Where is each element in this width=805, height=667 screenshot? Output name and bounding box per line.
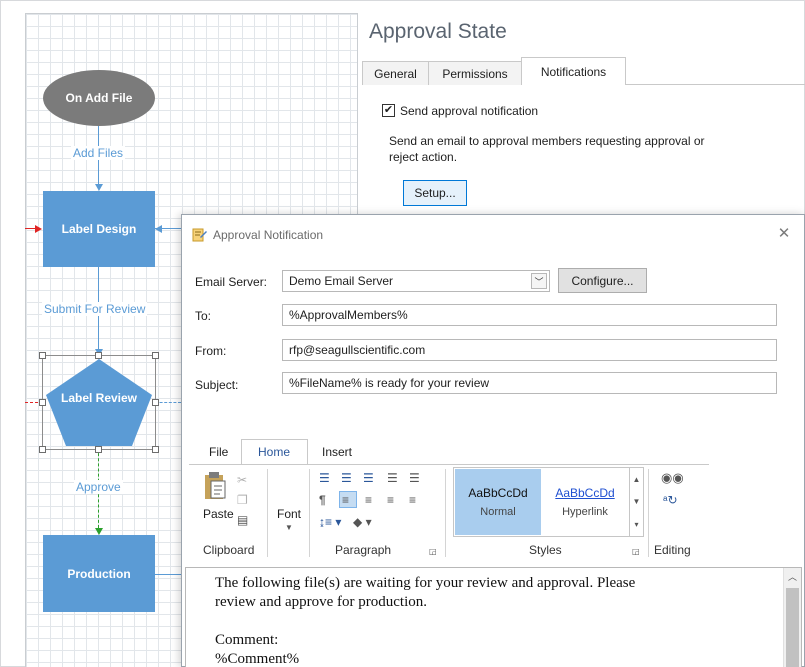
message-line: review and approve for production. — [215, 594, 428, 610]
dialog-launcher-icon[interactable]: ◲ — [632, 545, 640, 559]
arrow-head — [35, 225, 42, 233]
setup-button[interactable]: Setup... — [403, 180, 467, 206]
group-label-clipboard: Clipboard — [203, 543, 255, 557]
ribbon-tab-home[interactable]: Home — [258, 445, 290, 465]
tab-notifications[interactable]: Notifications — [521, 57, 626, 85]
group-divider — [309, 469, 310, 557]
replace-icon[interactable]: ᵃ↻ — [663, 493, 678, 507]
style-hyperlink[interactable]: AaBbCcDd Hyperlink — [542, 469, 628, 535]
ribbon-home: Paste ✂ ❐ ▤ Font ▼ Clipboard ☰ ☰ ☰ ☰ ☰ ¶… — [189, 464, 709, 562]
dialog-launcher-icon[interactable]: ◲ — [429, 545, 437, 559]
ribbon-tab-insert[interactable]: Insert — [322, 445, 352, 465]
increase-indent-icon[interactable]: ☰ — [409, 471, 420, 485]
email-server-label: Email Server: — [195, 275, 268, 289]
gallery-more-icon[interactable]: ▾ — [634, 520, 638, 529]
copy-icon[interactable]: ❐ — [237, 493, 248, 507]
font-button[interactable]: Font — [277, 507, 301, 521]
tab-permissions[interactable]: Permissions — [428, 61, 522, 85]
message-line: Comment: — [215, 632, 279, 648]
align-center-icon[interactable]: ≡ — [365, 493, 372, 507]
editor-scrollbar[interactable]: ︿ — [783, 568, 801, 667]
incoming-connector — [25, 228, 35, 229]
message-body[interactable]: The following file(s) are waiting for yo… — [215, 574, 745, 667]
cut-icon[interactable]: ✂ — [237, 473, 247, 487]
node-label-review[interactable]: Label Review — [44, 357, 154, 448]
subject-field[interactable]: %FileName% is ready for your review — [282, 372, 777, 394]
message-line: The following file(s) are waiting for yo… — [215, 575, 636, 591]
scrollbar-thumb[interactable] — [786, 588, 799, 667]
node-label-design[interactable]: Label Design — [43, 191, 155, 267]
group-divider — [648, 469, 649, 557]
approval-notification-dialog: Approval Notification ✕ Email Server: De… — [181, 214, 805, 667]
arrow-head — [95, 528, 103, 535]
node-label: On Add File — [65, 91, 133, 105]
style-name: Hyperlink — [562, 506, 608, 518]
group-label-editing: Editing — [654, 543, 691, 557]
style-normal[interactable]: AaBbCcDd Normal — [455, 469, 541, 535]
edge-label-approve: Approve — [74, 480, 123, 494]
group-divider — [267, 469, 268, 557]
chevron-up-icon[interactable]: ▲ — [633, 475, 641, 484]
close-icon[interactable]: ✕ — [772, 223, 796, 243]
arrow-head — [95, 184, 103, 191]
node-on-add-file[interactable]: On Add File — [43, 70, 155, 126]
arrow-head — [155, 225, 162, 233]
styles-gallery[interactable]: AaBbCcDd Normal AaBbCcDd Hyperlink ▲ ▼ ▾ — [453, 467, 644, 537]
message-editor[interactable]: The following file(s) are waiting for yo… — [185, 567, 802, 667]
message-line: %Comment% — [215, 651, 300, 667]
to-field[interactable]: %ApprovalMembers% — [282, 304, 777, 326]
paste-label[interactable]: Paste — [203, 507, 234, 521]
description-line2: reject action. — [389, 150, 458, 164]
from-field[interactable]: rfp@seagullscientific.com — [282, 339, 777, 361]
from-label: From: — [195, 344, 227, 358]
send-notification-label: Send approval notification — [400, 104, 539, 118]
dialog-title: Approval Notification — [213, 228, 324, 242]
panel-title: Approval State — [369, 20, 507, 43]
email-server-select[interactable]: Demo Email Server ﹀ — [282, 270, 550, 292]
align-right-icon[interactable]: ≡ — [387, 493, 394, 507]
node-label: Label Review — [60, 391, 138, 405]
format-painter-icon[interactable]: ▤ — [237, 513, 248, 527]
tab-general[interactable]: General — [362, 61, 429, 85]
numbered-list-icon[interactable]: ☰ — [341, 471, 352, 485]
workflow-designer: On Add File Add Files Label Design Submi… — [0, 0, 805, 667]
shading-icon[interactable]: ◆ ▾ — [353, 515, 372, 529]
bullet-list-icon[interactable]: ☰ — [319, 471, 330, 485]
send-notification-checkbox[interactable]: ✔ — [382, 104, 395, 117]
node-label: Production — [67, 566, 131, 581]
line-spacing-icon[interactable]: ↨≡ ▾ — [319, 515, 341, 529]
group-label-styles: Styles — [529, 543, 562, 557]
connector-production-right — [155, 574, 181, 575]
chevron-up-icon[interactable]: ︿ — [788, 570, 797, 583]
notification-icon — [192, 228, 207, 242]
edge-label-add-files: Add Files — [71, 146, 126, 160]
paste-icon[interactable] — [203, 471, 229, 501]
group-label-paragraph: Paragraph — [335, 543, 392, 557]
style-name: Normal — [480, 506, 516, 518]
align-left-icon[interactable]: ≡ — [342, 493, 349, 507]
description-line1: Send an email to approval members reques… — [389, 134, 705, 148]
email-server-value: Demo Email Server — [289, 274, 394, 288]
subject-label: Subject: — [195, 378, 239, 392]
chevron-down-icon[interactable]: ﹀ — [531, 273, 547, 289]
node-label: Label Design — [61, 222, 137, 236]
ribbon-tab-file[interactable]: File — [209, 445, 228, 465]
style-sample: AaBbCcDd — [468, 486, 528, 500]
justify-icon[interactable]: ≡ — [409, 493, 416, 507]
chevron-down-icon[interactable]: ▼ — [633, 497, 641, 506]
find-icon[interactable]: ◉◉ — [661, 471, 684, 485]
decrease-indent-icon[interactable]: ☰ — [387, 471, 398, 485]
edge-label-submit-for-review: Submit For Review — [42, 302, 148, 316]
node-production[interactable]: Production — [43, 535, 155, 612]
style-sample: AaBbCcDd — [555, 486, 615, 500]
multilevel-list-icon[interactable]: ☰ — [363, 471, 374, 485]
group-divider — [445, 469, 446, 557]
font-dropdown-icon[interactable]: ▼ — [285, 521, 293, 535]
gallery-scroll[interactable]: ▲ ▼ ▾ — [629, 468, 643, 536]
to-label: To: — [195, 309, 212, 323]
paragraph-mark-icon[interactable]: ¶ — [319, 493, 326, 507]
configure-button[interactable]: Configure... — [558, 268, 647, 293]
checkmark-icon: ✔ — [383, 104, 394, 116]
